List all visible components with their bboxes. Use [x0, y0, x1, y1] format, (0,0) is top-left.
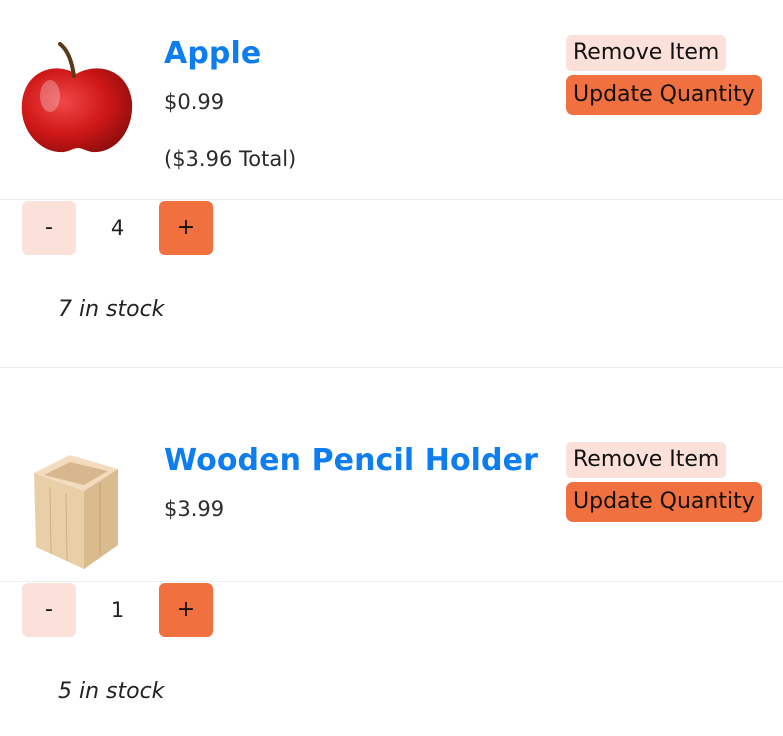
pencil-holder-image [34, 455, 118, 569]
product-name-link[interactable]: Wooden Pencil Holder [164, 443, 538, 478]
divider [0, 581, 783, 582]
remove-item-button[interactable]: Remove Item [566, 442, 727, 478]
quantity-value: 4 [110, 216, 125, 240]
increase-quantity-button[interactable]: + [159, 583, 213, 637]
divider [0, 199, 783, 200]
product-price: $3.99 [164, 497, 225, 521]
stock-status: 5 in stock [58, 679, 165, 704]
product-price: $0.99 [164, 90, 225, 114]
remove-item-button[interactable]: Remove Item [566, 35, 727, 71]
update-quantity-button[interactable]: Update Quantity [566, 482, 762, 522]
quantity-value: 1 [110, 598, 125, 622]
product-total: ($3.96 Total) [164, 147, 297, 171]
apple-image [21, 42, 133, 153]
cart-item: Wooden Pencil Holder $3.99 Remove Item U… [0, 407, 783, 736]
cart-item: Apple $0.99 ($3.96 Total) Remove Item Up… [0, 0, 783, 368]
decrease-quantity-button[interactable]: - [22, 583, 76, 637]
increase-quantity-button[interactable]: + [159, 201, 213, 255]
product-name-link[interactable]: Apple [164, 36, 261, 71]
update-quantity-button[interactable]: Update Quantity [566, 75, 762, 115]
decrease-quantity-button[interactable]: - [22, 201, 76, 255]
stock-status: 7 in stock [58, 297, 165, 322]
